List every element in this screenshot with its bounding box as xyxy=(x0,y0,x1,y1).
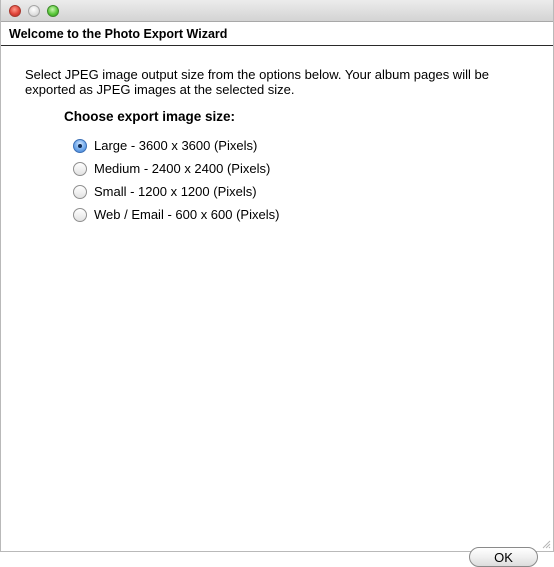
export-wizard-window: Welcome to the Photo Export Wizard Selec… xyxy=(0,0,554,567)
resize-grip-icon[interactable] xyxy=(541,539,551,549)
page-title: Welcome to the Photo Export Wizard xyxy=(9,27,228,41)
zoom-icon[interactable] xyxy=(47,5,59,17)
radio-web-email[interactable] xyxy=(73,207,87,222)
ok-button[interactable]: OK xyxy=(469,547,538,567)
option-large[interactable]: Large - 3600 x 3600 (Pixels) xyxy=(73,134,279,157)
wizard-header: Welcome to the Photo Export Wizard xyxy=(1,23,553,46)
option-web-email[interactable]: Web / Email - 600 x 600 (Pixels) xyxy=(73,203,279,226)
description-text: Select JPEG image output size from the o… xyxy=(25,67,489,97)
size-options: Large - 3600 x 3600 (Pixels) Medium - 24… xyxy=(73,134,279,226)
window-titlebar[interactable] xyxy=(1,0,553,22)
option-small[interactable]: Small - 1200 x 1200 (Pixels) xyxy=(73,180,279,203)
radio-large[interactable] xyxy=(73,138,87,153)
close-icon[interactable] xyxy=(9,5,21,17)
wizard-content: Select JPEG image output size from the o… xyxy=(1,47,553,567)
size-group-label: Choose export image size: xyxy=(64,109,236,124)
option-web-email-label[interactable]: Web / Email - 600 x 600 (Pixels) xyxy=(94,207,279,222)
option-medium[interactable]: Medium - 2400 x 2400 (Pixels) xyxy=(73,157,279,180)
radio-small[interactable] xyxy=(73,184,87,199)
option-medium-label[interactable]: Medium - 2400 x 2400 (Pixels) xyxy=(94,161,270,176)
minimize-icon[interactable] xyxy=(28,5,40,17)
radio-medium[interactable] xyxy=(73,161,87,176)
option-large-label[interactable]: Large - 3600 x 3600 (Pixels) xyxy=(94,138,257,153)
option-small-label[interactable]: Small - 1200 x 1200 (Pixels) xyxy=(94,184,257,199)
